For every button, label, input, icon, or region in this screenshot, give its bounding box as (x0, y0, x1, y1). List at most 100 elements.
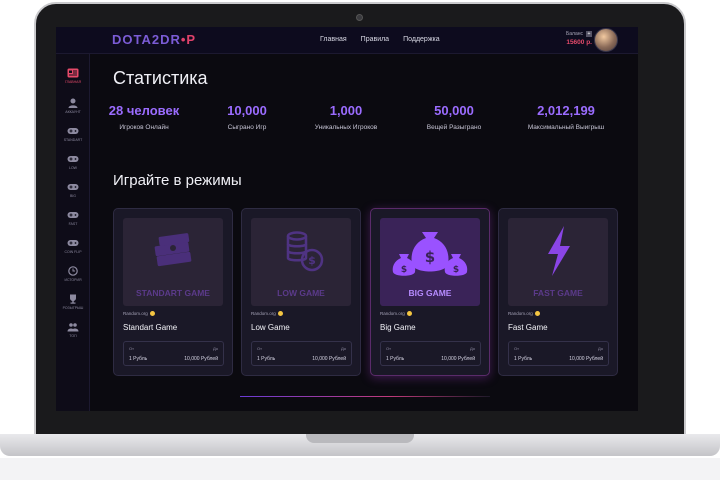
card-image-title: STANDART GAME (136, 288, 210, 298)
stat-games-played: 10,000 Сыграно Игр (192, 103, 302, 131)
coin-icon (534, 311, 540, 316)
to-value: 10,000 Рублей (441, 356, 475, 362)
money-stack-icon (154, 233, 192, 267)
sidebar-item-coin-flip[interactable]: Coin Flip (56, 238, 90, 254)
provider-label: Random.org (123, 311, 148, 316)
sidebar-label: Топ (69, 334, 77, 338)
sidebar-label: Розыгрыш (62, 306, 84, 310)
stat-value: 1,000 (329, 103, 363, 118)
provider: Random.org (380, 311, 412, 316)
section-divider (240, 396, 490, 397)
coin-icon (406, 311, 412, 316)
coin-icon (149, 311, 155, 316)
card-image: $ $ $ BIG GAME (380, 218, 480, 306)
card-image-title: LOW GAME (277, 288, 325, 298)
from-value: 1 Рубль (514, 356, 533, 362)
sidebar-item-top[interactable]: Топ (56, 322, 90, 338)
gamepad-icon (67, 128, 79, 134)
to-value: 10,000 Рублей (312, 356, 346, 362)
stat-label: Сыграно Игр (227, 124, 267, 131)
balance-value: 15600 р. (566, 39, 592, 46)
from-label: От (386, 346, 391, 351)
nav-support[interactable]: Поддержка (403, 36, 440, 43)
logo-text: DOTA2DR (112, 32, 181, 47)
clock-icon (68, 266, 78, 276)
svg-text:$: $ (453, 265, 459, 275)
to-label: До (598, 346, 603, 351)
logo[interactable]: DOTA2DR•P (112, 32, 196, 47)
main-content: Статистика 28 человек Игроков Онлайн 10,… (90, 54, 638, 411)
provider-label: Random.org (380, 311, 405, 316)
webcam-icon (356, 14, 363, 21)
money-bags-icon: $ $ $ (392, 232, 468, 276)
gamepad-icon (67, 156, 79, 162)
card-name: Low Game (251, 323, 290, 332)
svg-text:$: $ (308, 254, 316, 267)
card-name: Standart Game (123, 323, 178, 332)
sidebar-item-history[interactable]: История (56, 266, 90, 282)
svg-text:$: $ (425, 248, 435, 266)
card-image-title: FAST GAME (533, 288, 583, 298)
to-value: 10,000 Рублей (184, 356, 218, 362)
user-icon (68, 98, 78, 108)
sidebar-item-fast[interactable]: Fast (56, 210, 90, 226)
sidebar-label: Аккаунт (65, 110, 81, 114)
balance: Баланс + 15600 р. (566, 31, 592, 46)
nav-rules[interactable]: Правила (361, 36, 389, 43)
sidebar-label: Главная (64, 80, 82, 84)
svg-text:$: $ (401, 265, 407, 275)
stat-label: Максимальный Выигрыш (527, 124, 605, 131)
top-header: DOTA2DR•P Главная Правила Поддержка Бала… (56, 27, 638, 54)
coin-icon (277, 311, 283, 316)
stat-value: 2,012,199 (537, 103, 595, 118)
sidebar-label: История (64, 278, 82, 282)
sidebar-item-low[interactable]: Low (56, 154, 90, 170)
sidebar-item-giveaway[interactable]: Розыгрыш (56, 294, 90, 310)
bet-range: От До 1 Рубль 10,000 Рублей (123, 341, 224, 366)
to-label: До (470, 346, 475, 351)
provider: Random.org (123, 311, 155, 316)
card-name: Fast Game (508, 323, 548, 332)
provider-label: Random.org (508, 311, 533, 316)
screen: DOTA2DR•P Главная Правила Поддержка Бала… (56, 27, 638, 411)
group-icon (67, 323, 79, 332)
from-label: От (257, 346, 262, 351)
gamepad-icon (67, 212, 79, 218)
sidebar-item-home[interactable]: Главная (56, 68, 90, 84)
stat-value: 28 человек (108, 103, 180, 118)
card-image: STANDART GAME (123, 218, 223, 306)
sidebar: Главная Аккаунт Standart Low Big Fast Co… (56, 54, 90, 411)
stat-label: Уникальных Игроков (314, 124, 378, 131)
avatar[interactable] (594, 28, 618, 52)
stat-value: 10,000 (227, 103, 267, 118)
sidebar-item-big[interactable]: Big (56, 182, 90, 198)
card-image: FAST GAME (508, 218, 608, 306)
from-label: От (129, 346, 134, 351)
logo-accent: •P (180, 32, 197, 47)
sidebar-item-account[interactable]: Аккаунт (56, 98, 90, 114)
add-balance-button[interactable]: + (586, 31, 592, 37)
mode-card-fast[interactable]: FAST GAME Random.org Fast Game От До 1 Р… (498, 208, 618, 376)
to-label: До (213, 346, 218, 351)
main-nav: Главная Правила Поддержка (320, 36, 440, 43)
to-label: До (341, 346, 346, 351)
from-label: От (514, 346, 519, 351)
stat-label: Вещей Разыграно (426, 124, 482, 131)
sidebar-label: Big (69, 194, 77, 198)
mode-card-low[interactable]: $ LOW GAME Random.org Low Game От До 1 Р… (241, 208, 361, 376)
mode-card-big[interactable]: $ $ $ BIG GAME Random.org Big Game От До… (370, 208, 490, 376)
stat-label: Игроков Онлайн (119, 124, 169, 131)
laptop-notch (306, 434, 414, 443)
stat-unique-players: 1,000 Уникальных Игроков (291, 103, 401, 131)
mode-card-standart[interactable]: STANDART GAME Random.org Standart Game О… (113, 208, 233, 376)
nav-home[interactable]: Главная (320, 36, 347, 43)
card-name: Big Game (380, 323, 416, 332)
balance-label: Баланс (565, 31, 583, 37)
card-image: $ LOW GAME (251, 218, 351, 306)
bet-range: От До 1 Рубль 10,000 Рублей (251, 341, 352, 366)
sidebar-label: Standart (63, 138, 83, 142)
provider-label: Random.org (251, 311, 276, 316)
sidebar-item-standart[interactable]: Standart (56, 126, 90, 142)
trophy-icon (70, 294, 76, 304)
from-value: 1 Рубль (129, 356, 148, 362)
